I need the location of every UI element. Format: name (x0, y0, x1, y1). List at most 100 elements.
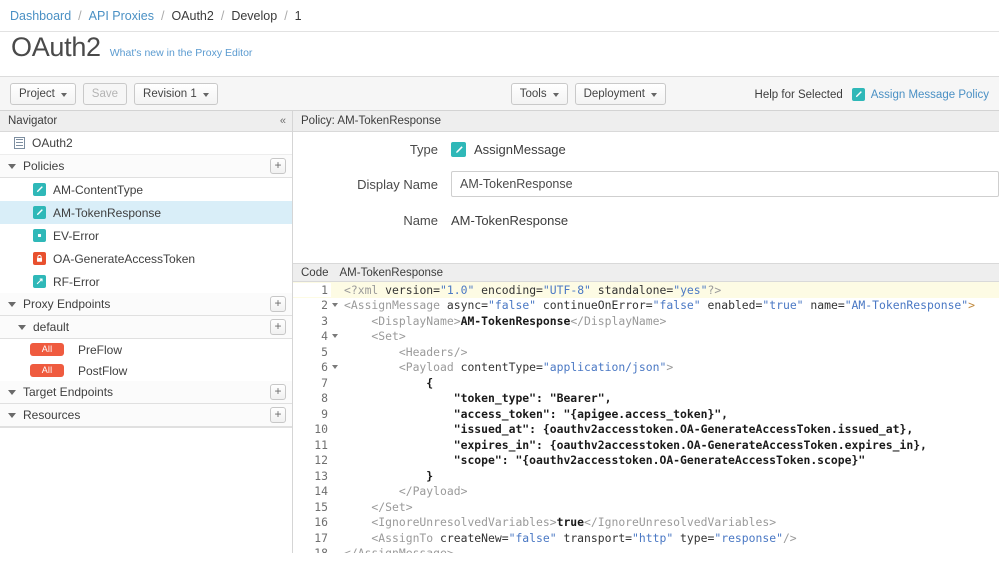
navigator-section-resources[interactable]: Resources + (0, 404, 292, 427)
code-fold-toggle-icon[interactable] (331, 332, 340, 341)
breadcrumb-item-develop: Develop (231, 8, 278, 23)
code-line-number: 5 (293, 344, 331, 359)
navigator-policy-label: RF-Error (53, 274, 100, 289)
code-line-number: 6 (293, 360, 331, 375)
code-line: 14 </Payload> (293, 484, 999, 500)
save-button[interactable]: Save (82, 82, 128, 105)
navigator-section-label: Target Endpoints (23, 385, 114, 399)
type-value-label: AssignMessage (474, 142, 566, 157)
extract-variables-icon (33, 229, 46, 242)
code-line: 1 <?xml version="1.0" encoding="UTF-8" st… (293, 282, 999, 298)
code-line: 13 } (293, 468, 999, 484)
navigator-policy-ev-error[interactable]: EV-Error (0, 224, 292, 247)
policy-form: Type AssignMessage Display Name Name AM-… (293, 132, 999, 263)
navigator-section-label: Resources (23, 408, 81, 422)
navigator-section-policies[interactable]: Policies + (0, 155, 292, 178)
revision-button[interactable]: Revision 1 (134, 82, 218, 105)
add-default-button[interactable]: + (270, 319, 286, 335)
code-line: 17 <AssignTo createNew="false" transport… (293, 530, 999, 546)
save-button-label: Save (91, 87, 119, 100)
code-line-number: 16 (293, 515, 331, 530)
code-line-text: <AssignTo createNew="false" transport="h… (344, 530, 797, 545)
code-line-number: 17 (293, 530, 331, 545)
code-line: 6 <Payload contentType="application/json… (293, 360, 999, 376)
code-tab-label[interactable]: Code (301, 267, 329, 279)
navigator-section-target-endpoints[interactable]: Target Endpoints + (0, 381, 292, 404)
code-file-name: AM-TokenResponse (339, 266, 444, 279)
breadcrumb-item-api-proxies[interactable]: API Proxies (89, 9, 154, 23)
code-line: 2 <AssignMessage async="false" continueOn… (293, 298, 999, 314)
code-line-number: 2 (293, 298, 331, 313)
assign-message-policy-link[interactable]: Assign Message Policy (871, 89, 989, 101)
add-resources-button[interactable]: + (270, 407, 286, 423)
editor-toolbar: Project Save Revision 1 Tools Deployment… (0, 76, 999, 111)
tools-button[interactable]: Tools (510, 82, 568, 105)
navigator-flow-label: PreFlow (78, 342, 123, 357)
navigator-policy-oa-generateaccesstoken[interactable]: OA-GenerateAccessToken (0, 247, 292, 270)
deployment-button[interactable]: Deployment (574, 82, 666, 105)
navigator-pane: Navigator « OAuth2 Policies + AM-ContentTy… (0, 111, 293, 553)
display-name-label: Display Name (357, 176, 438, 192)
name-label: Name (403, 213, 438, 228)
navigator-root-item[interactable]: OAuth2 (0, 132, 292, 155)
navigator-policy-rf-error[interactable]: RF-Error (0, 270, 292, 293)
name-value: AM-TokenResponse (451, 213, 569, 228)
proxy-bundle-icon (14, 137, 25, 149)
flow-condition-badge: All (30, 364, 64, 377)
code-editor[interactable]: 1 <?xml version="1.0" encoding="UTF-8" st… (293, 282, 999, 553)
proxy-editor-app: Dashboard / API Proxies / OAuth2 / Develop / 1 O… (0, 0, 999, 572)
breadcrumb-item-dashboard[interactable]: Dashboard (10, 9, 71, 23)
oauth-lock-icon (33, 252, 46, 265)
help-for-selected-label: Help for Selected (754, 88, 843, 101)
code-fold-toggle-icon[interactable] (331, 363, 340, 372)
whats-new-link[interactable]: What's new in the Proxy Editor (110, 47, 253, 59)
assign-message-icon (33, 206, 46, 219)
code-line-number: 18 (293, 546, 331, 553)
code-line-text: "issued_at": {oauthv2accesstoken.OA-Gene… (344, 422, 914, 437)
code-line: 7 { (293, 375, 999, 391)
project-button-label: Project (19, 87, 55, 100)
navigator-policy-label: AM-ContentType (53, 182, 144, 197)
code-line-number: 10 (293, 422, 331, 437)
add-proxy-endpoints-button[interactable]: + (270, 296, 286, 312)
code-line-text: <Payload contentType="application/json"> (344, 360, 674, 375)
code-line: 5 <Headers/> (293, 344, 999, 360)
navigator-section-label: default (33, 320, 70, 334)
project-button[interactable]: Project (10, 82, 76, 105)
code-header: Code AM-TokenResponse (293, 263, 999, 282)
code-line-number: 4 (293, 329, 331, 344)
code-line-text: { (344, 375, 434, 390)
collapse-navigator-icon[interactable]: « (277, 115, 288, 127)
navigator-policy-label: AM-TokenResponse (53, 205, 162, 220)
display-name-row: Display Name (293, 171, 999, 197)
breadcrumb-separator: / (78, 8, 82, 23)
assign-message-icon (851, 88, 865, 101)
navigator-flow-postflow[interactable]: All PostFlow (0, 360, 292, 381)
add-policies-button[interactable]: + (270, 158, 286, 174)
chevron-down-icon (8, 412, 16, 418)
code-line-text: <AssignMessage async="false" continueOnE… (344, 298, 976, 313)
code-line-number: 8 (293, 391, 331, 406)
code-line-number: 14 (293, 484, 331, 499)
navigator-flow-preflow[interactable]: All PreFlow (0, 339, 292, 360)
navigator-section-default[interactable]: default + (0, 316, 292, 339)
navigator-policy-am-contenttype[interactable]: AM-ContentType (0, 178, 292, 201)
page-title-row: OAuth2 What's new in the Proxy Editor (0, 32, 999, 76)
add-target-endpoints-button[interactable]: + (270, 384, 286, 400)
code-fold-toggle-icon[interactable] (331, 301, 340, 310)
navigator-section-proxy-endpoints[interactable]: Proxy Endpoints + (0, 293, 292, 316)
display-name-input[interactable] (451, 171, 999, 197)
chevron-down-icon (18, 324, 26, 330)
chevron-down-icon (202, 92, 209, 97)
navigator-title: Navigator (8, 115, 58, 127)
code-line-text: </Payload> (344, 484, 468, 499)
code-line-number: 12 (293, 453, 331, 468)
type-row: Type AssignMessage (293, 142, 999, 157)
chevron-down-icon (60, 92, 67, 97)
code-lines: 1 <?xml version="1.0" encoding="UTF-8" st… (293, 282, 999, 553)
chevron-down-icon (8, 163, 16, 169)
code-line-number: 3 (293, 313, 331, 328)
navigator-policy-label: EV-Error (53, 228, 100, 243)
navigator-policy-am-tokenresponse[interactable]: AM-TokenResponse (0, 201, 292, 224)
chevron-down-icon (8, 389, 16, 395)
